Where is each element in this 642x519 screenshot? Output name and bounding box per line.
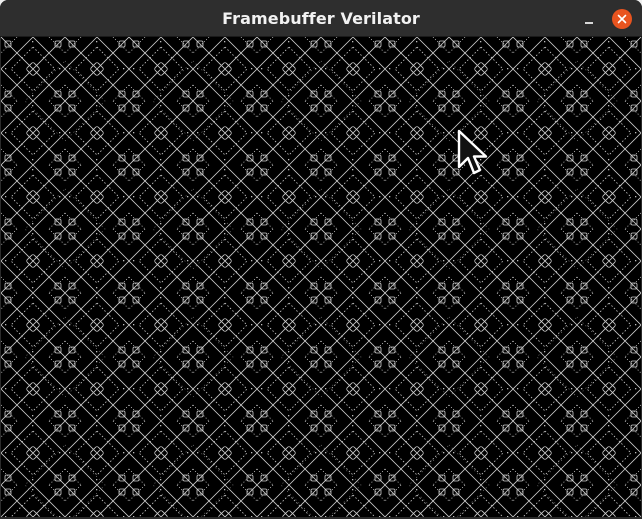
close-icon	[617, 14, 627, 24]
framebuffer-pattern	[1, 37, 641, 517]
window-title: Framebuffer Verilator	[222, 9, 420, 28]
minimize-button[interactable]	[578, 8, 600, 30]
close-button[interactable]	[612, 9, 632, 29]
framebuffer-display[interactable]	[1, 37, 641, 517]
minimize-icon	[585, 22, 593, 24]
titlebar[interactable]: Framebuffer Verilator	[0, 0, 642, 37]
app-window: Framebuffer Verilator	[0, 0, 642, 519]
